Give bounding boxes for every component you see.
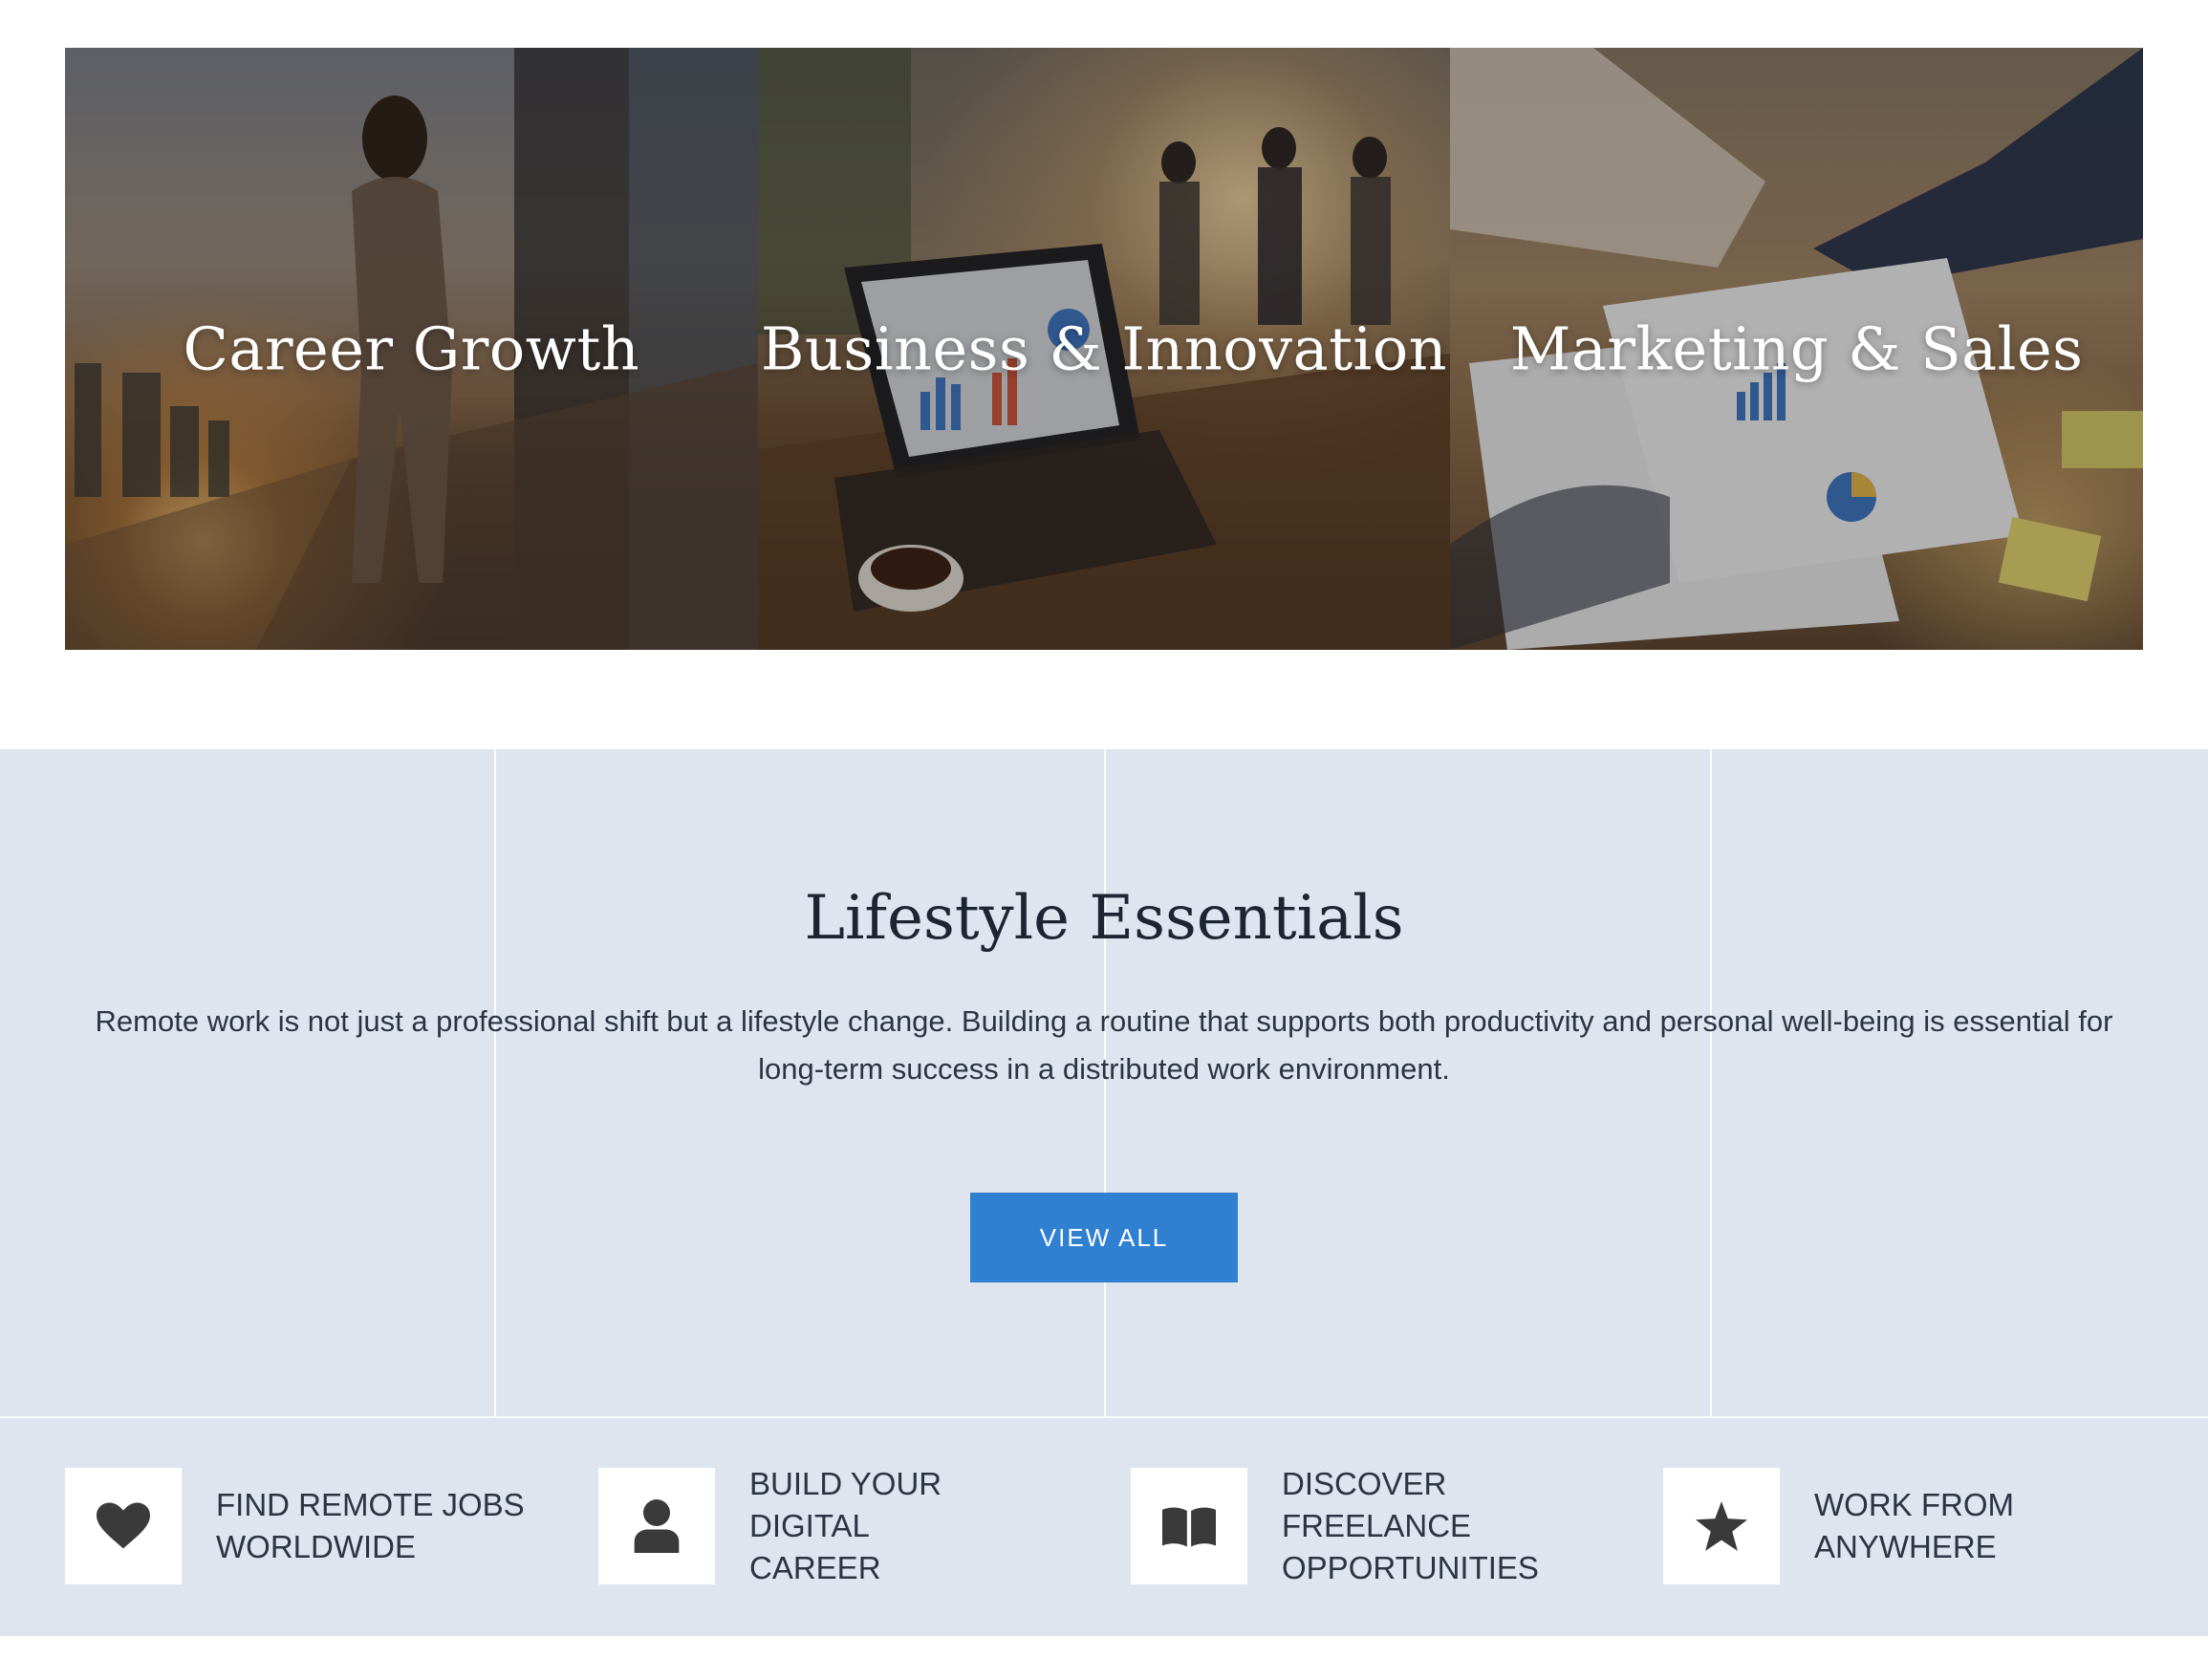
star-icon bbox=[1696, 1501, 1747, 1551]
feature-label: BUILD YOUR DIGITAL CAREER bbox=[749, 1463, 1065, 1589]
feature-label-line: DISCOVER FREELANCE bbox=[1282, 1466, 1472, 1543]
section-description: Remote work is not just a professional s… bbox=[95, 1004, 2113, 1086]
feature-label-line: CAREER bbox=[749, 1550, 881, 1585]
section-title: Lifestyle Essentials bbox=[804, 883, 1404, 954]
feature-item[interactable]: BUILD YOUR DIGITAL CAREER bbox=[598, 1466, 1065, 1585]
category-title: Marketing & Sales bbox=[1509, 313, 2084, 384]
heart-icon bbox=[97, 1502, 150, 1549]
feature-icon-box bbox=[598, 1468, 715, 1584]
lifestyle-essentials-section: Lifestyle Essentials Remote work is not … bbox=[0, 749, 2208, 1418]
feature-label: FIND REMOTE JOBS WORLDWIDE bbox=[216, 1484, 531, 1568]
feature-item[interactable]: WORK FROM ANYWHERE bbox=[1663, 1468, 2130, 1584]
feature-label-line: OPPORTUNITIES bbox=[1282, 1550, 1539, 1585]
category-tile-marketing-sales[interactable]: Marketing & Sales bbox=[1450, 48, 2144, 650]
user-icon bbox=[634, 1499, 680, 1553]
category-title: Business & Innovation bbox=[760, 313, 1448, 384]
feature-label: DISCOVER FREELANCE OPPORTUNITIES bbox=[1282, 1463, 1597, 1589]
book-icon bbox=[1162, 1507, 1216, 1547]
view-all-button[interactable]: VIEW ALL bbox=[970, 1193, 1238, 1282]
category-tiles: Career Growth Business & Innovation Mark… bbox=[65, 48, 2144, 650]
feature-label: WORK FROM ANYWHERE bbox=[1814, 1484, 2130, 1568]
category-tile-career-growth[interactable]: Career Growth bbox=[65, 48, 758, 650]
feature-label-line: WORLDWIDE bbox=[216, 1529, 416, 1564]
feature-label-line: ANYWHERE bbox=[1814, 1529, 1997, 1564]
feature-item[interactable]: FIND REMOTE JOBS WORLDWIDE bbox=[65, 1468, 531, 1584]
feature-label-line: BUILD YOUR DIGITAL bbox=[749, 1466, 942, 1543]
category-tile-business-innovation[interactable]: Business & Innovation bbox=[757, 48, 1451, 650]
features-strip: FIND REMOTE JOBS WORLDWIDE BUILD YOUR DI… bbox=[0, 1418, 2208, 1636]
feature-label-line: WORK FROM bbox=[1814, 1487, 2014, 1522]
feature-item[interactable]: DISCOVER FREELANCE OPPORTUNITIES bbox=[1131, 1466, 1597, 1585]
feature-label-line: FIND REMOTE JOBS bbox=[216, 1487, 525, 1522]
feature-icon-box bbox=[1131, 1468, 1247, 1584]
category-title: Career Growth bbox=[183, 313, 640, 384]
feature-icon-box bbox=[1663, 1468, 1780, 1584]
feature-icon-box bbox=[65, 1468, 182, 1584]
